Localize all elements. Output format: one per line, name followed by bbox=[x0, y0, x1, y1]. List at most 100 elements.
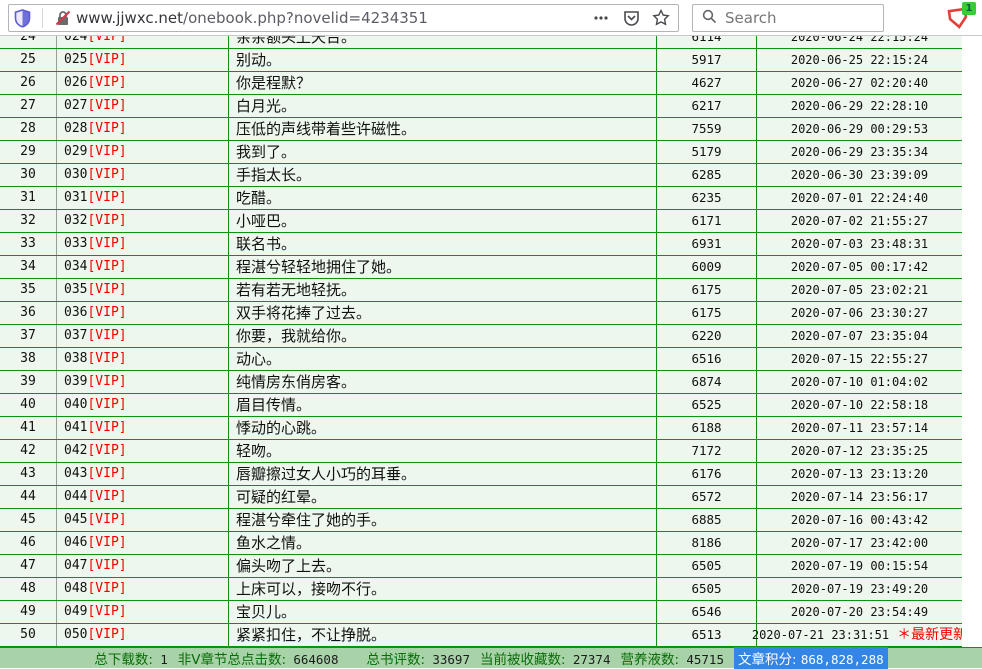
table-row: 42 042[VIP] 轻吻。 7172 2020-07-12 23:35:25… bbox=[0, 440, 962, 463]
vip-tag: [VIP] bbox=[87, 374, 126, 389]
update-time: 2020-07-11 23:57:14＊最新更新 bbox=[757, 417, 962, 439]
word-count: 6285 bbox=[657, 164, 757, 186]
word-count: 6114 bbox=[657, 36, 757, 48]
table-row: 30 030[VIP] 手指太长。 6285 2020-06-30 23:39:… bbox=[0, 164, 962, 187]
chapter-title-link[interactable]: 若有若无地轻抚。 bbox=[229, 279, 657, 301]
chapter-title-link[interactable]: 联名书。 bbox=[229, 233, 657, 255]
url-text[interactable]: www.jjwxc.net/onebook.php?novelid=423435… bbox=[76, 9, 428, 27]
chapter-number: 035[VIP] bbox=[57, 279, 229, 301]
word-count: 6525 bbox=[657, 394, 757, 416]
chapter-number: 038[VIP] bbox=[57, 348, 229, 370]
vip-tag: [VIP] bbox=[87, 558, 126, 573]
article-score-value: 868,828,288 bbox=[801, 652, 884, 667]
chapter-title-link[interactable]: 程湛兮轻轻地拥住了她。 bbox=[229, 256, 657, 278]
chapter-index: 48 bbox=[0, 578, 57, 600]
word-count: 6176 bbox=[657, 463, 757, 485]
chapter-number: 050[VIP] bbox=[57, 624, 229, 646]
word-count: 6175 bbox=[657, 279, 757, 301]
chapter-title-link[interactable]: 你是程默？ bbox=[229, 72, 657, 94]
chapter-number: 028[VIP] bbox=[57, 118, 229, 140]
vip-tag: [VIP] bbox=[87, 466, 126, 481]
vip-tag: [VIP] bbox=[87, 420, 126, 435]
page-actions-icon[interactable] bbox=[588, 5, 614, 31]
vip-tag: [VIP] bbox=[87, 443, 126, 458]
chapter-index: 42 bbox=[0, 440, 57, 462]
chapter-title-link[interactable]: 你要，我就给你。 bbox=[229, 325, 657, 347]
chapter-title-link[interactable]: 鱼水之情。 bbox=[229, 532, 657, 554]
chapter-title-link[interactable]: 悸动的心跳。 bbox=[229, 417, 657, 439]
chapter-number: 045[VIP] bbox=[57, 509, 229, 531]
chapter-title-link[interactable]: 眉目传情。 bbox=[229, 394, 657, 416]
pocket-icon[interactable] bbox=[618, 5, 644, 31]
vip-tag: [VIP] bbox=[87, 604, 126, 619]
url-bar[interactable]: www.jjwxc.net/onebook.php?novelid=423435… bbox=[8, 4, 679, 32]
chapter-number: 029[VIP] bbox=[57, 141, 229, 163]
table-row: 34 034[VIP] 程湛兮轻轻地拥住了她。 6009 2020-07-05 … bbox=[0, 256, 962, 279]
chapter-title-link[interactable]: 别动。 bbox=[229, 49, 657, 71]
url-domain: www.jjwxc.net bbox=[76, 9, 183, 27]
update-time: 2020-07-01 22:24:40＊最新更新 bbox=[757, 187, 962, 209]
connection-insecure-icon[interactable] bbox=[50, 5, 76, 31]
word-count: 6572 bbox=[657, 486, 757, 508]
chapter-number: 034[VIP] bbox=[57, 256, 229, 278]
chapter-index: 38 bbox=[0, 348, 57, 370]
table-row: 28 028[VIP] 压低的声线带着些许磁性。 7559 2020-06-29… bbox=[0, 118, 962, 141]
chapter-title-link[interactable]: 亲亲额头上天台。 bbox=[229, 36, 657, 48]
chapter-title-link[interactable]: 唇瓣擦过女人小巧的耳垂。 bbox=[229, 463, 657, 485]
stat-item: 营养液数: 45715 bbox=[620, 648, 724, 668]
word-count: 6505 bbox=[657, 578, 757, 600]
chapter-number: 037[VIP] bbox=[57, 325, 229, 347]
update-time: 2020-07-19 23:49:20＊最新更新 bbox=[757, 578, 962, 600]
word-count: 4627 bbox=[657, 72, 757, 94]
chapter-title-link[interactable]: 动心。 bbox=[229, 348, 657, 370]
chapter-title-link[interactable]: 宝贝儿。 bbox=[229, 601, 657, 623]
chapter-title-link[interactable]: 偏头吻了上去。 bbox=[229, 555, 657, 577]
update-time: 2020-07-12 23:35:25＊最新更新 bbox=[757, 440, 962, 462]
update-time: 2020-07-05 00:17:42＊最新更新 bbox=[757, 256, 962, 278]
chapter-title-link[interactable]: 纯情房东俏房客。 bbox=[229, 371, 657, 393]
chapter-index: 32 bbox=[0, 210, 57, 232]
chapter-number: 025[VIP] bbox=[57, 49, 229, 71]
table-row: 26 026[VIP] 你是程默？ 4627 2020-06-27 02:20:… bbox=[0, 72, 962, 95]
chapter-number: 043[VIP] bbox=[57, 463, 229, 485]
latest-update-flag: ＊最新更新 bbox=[897, 624, 962, 646]
chapter-number: 024[VIP] bbox=[57, 36, 229, 48]
update-time: 2020-06-29 23:35:34＊最新更新 bbox=[757, 141, 962, 163]
table-row: 24 024[VIP] 亲亲额头上天台。 6114 2020-06-24 22:… bbox=[0, 36, 962, 49]
vip-tag: [VIP] bbox=[87, 144, 126, 159]
update-time: 2020-07-20 23:54:49＊最新更新 bbox=[757, 601, 962, 623]
table-row: 50 050[VIP] 紧紧扣住，不让挣脱。 6513 2020-07-21 2… bbox=[0, 624, 962, 647]
chapter-index: 28 bbox=[0, 118, 57, 140]
table-row: 37 037[VIP] 你要，我就给你。 6220 2020-07-07 23:… bbox=[0, 325, 962, 348]
chapter-number: 036[VIP] bbox=[57, 302, 229, 324]
chapter-title-link[interactable]: 我到了。 bbox=[229, 141, 657, 163]
table-row: 48 048[VIP] 上床可以，接吻不行。 6505 2020-07-19 2… bbox=[0, 578, 962, 601]
chapter-number: 031[VIP] bbox=[57, 187, 229, 209]
chapter-index: 41 bbox=[0, 417, 57, 439]
chapter-title-link[interactable]: 手指太长。 bbox=[229, 164, 657, 186]
word-count: 6188 bbox=[657, 417, 757, 439]
chapter-title-link[interactable]: 吃醋。 bbox=[229, 187, 657, 209]
update-time: 2020-06-29 22:28:10＊最新更新 bbox=[757, 95, 962, 117]
chapter-index: 33 bbox=[0, 233, 57, 255]
word-count: 6513 bbox=[657, 624, 757, 646]
chapter-number: 048[VIP] bbox=[57, 578, 229, 600]
bookmark-star-icon[interactable] bbox=[648, 5, 674, 31]
chapter-title-link[interactable]: 压低的声线带着些许磁性。 bbox=[229, 118, 657, 140]
table-row: 47 047[VIP] 偏头吻了上去。 6505 2020-07-19 00:1… bbox=[0, 555, 962, 578]
chapter-title-link[interactable]: 白月光。 bbox=[229, 95, 657, 117]
tracking-protection-shield-icon[interactable] bbox=[9, 5, 35, 31]
chapter-title-link[interactable]: 程湛兮牵住了她的手。 bbox=[229, 509, 657, 531]
search-placeholder: Search bbox=[725, 9, 777, 27]
chapter-title-link[interactable]: 紧紧扣住，不让挣脱。 bbox=[229, 624, 657, 646]
chapter-title-link[interactable]: 轻吻。 bbox=[229, 440, 657, 462]
update-time: 2020-07-15 22:55:27＊最新更新 bbox=[757, 348, 962, 370]
table-row: 25 025[VIP] 别动。 5917 2020-06-25 22:15:24… bbox=[0, 49, 962, 72]
chapter-title-link[interactable]: 小哑巴。 bbox=[229, 210, 657, 232]
search-input[interactable]: Search bbox=[692, 4, 884, 32]
adblock-icon[interactable]: 1 bbox=[946, 6, 972, 30]
chapter-title-link[interactable]: 可疑的红晕。 bbox=[229, 486, 657, 508]
chapter-title-link[interactable]: 上床可以，接吻不行。 bbox=[229, 578, 657, 600]
word-count: 6931 bbox=[657, 233, 757, 255]
chapter-title-link[interactable]: 双手将花捧了过去。 bbox=[229, 302, 657, 324]
